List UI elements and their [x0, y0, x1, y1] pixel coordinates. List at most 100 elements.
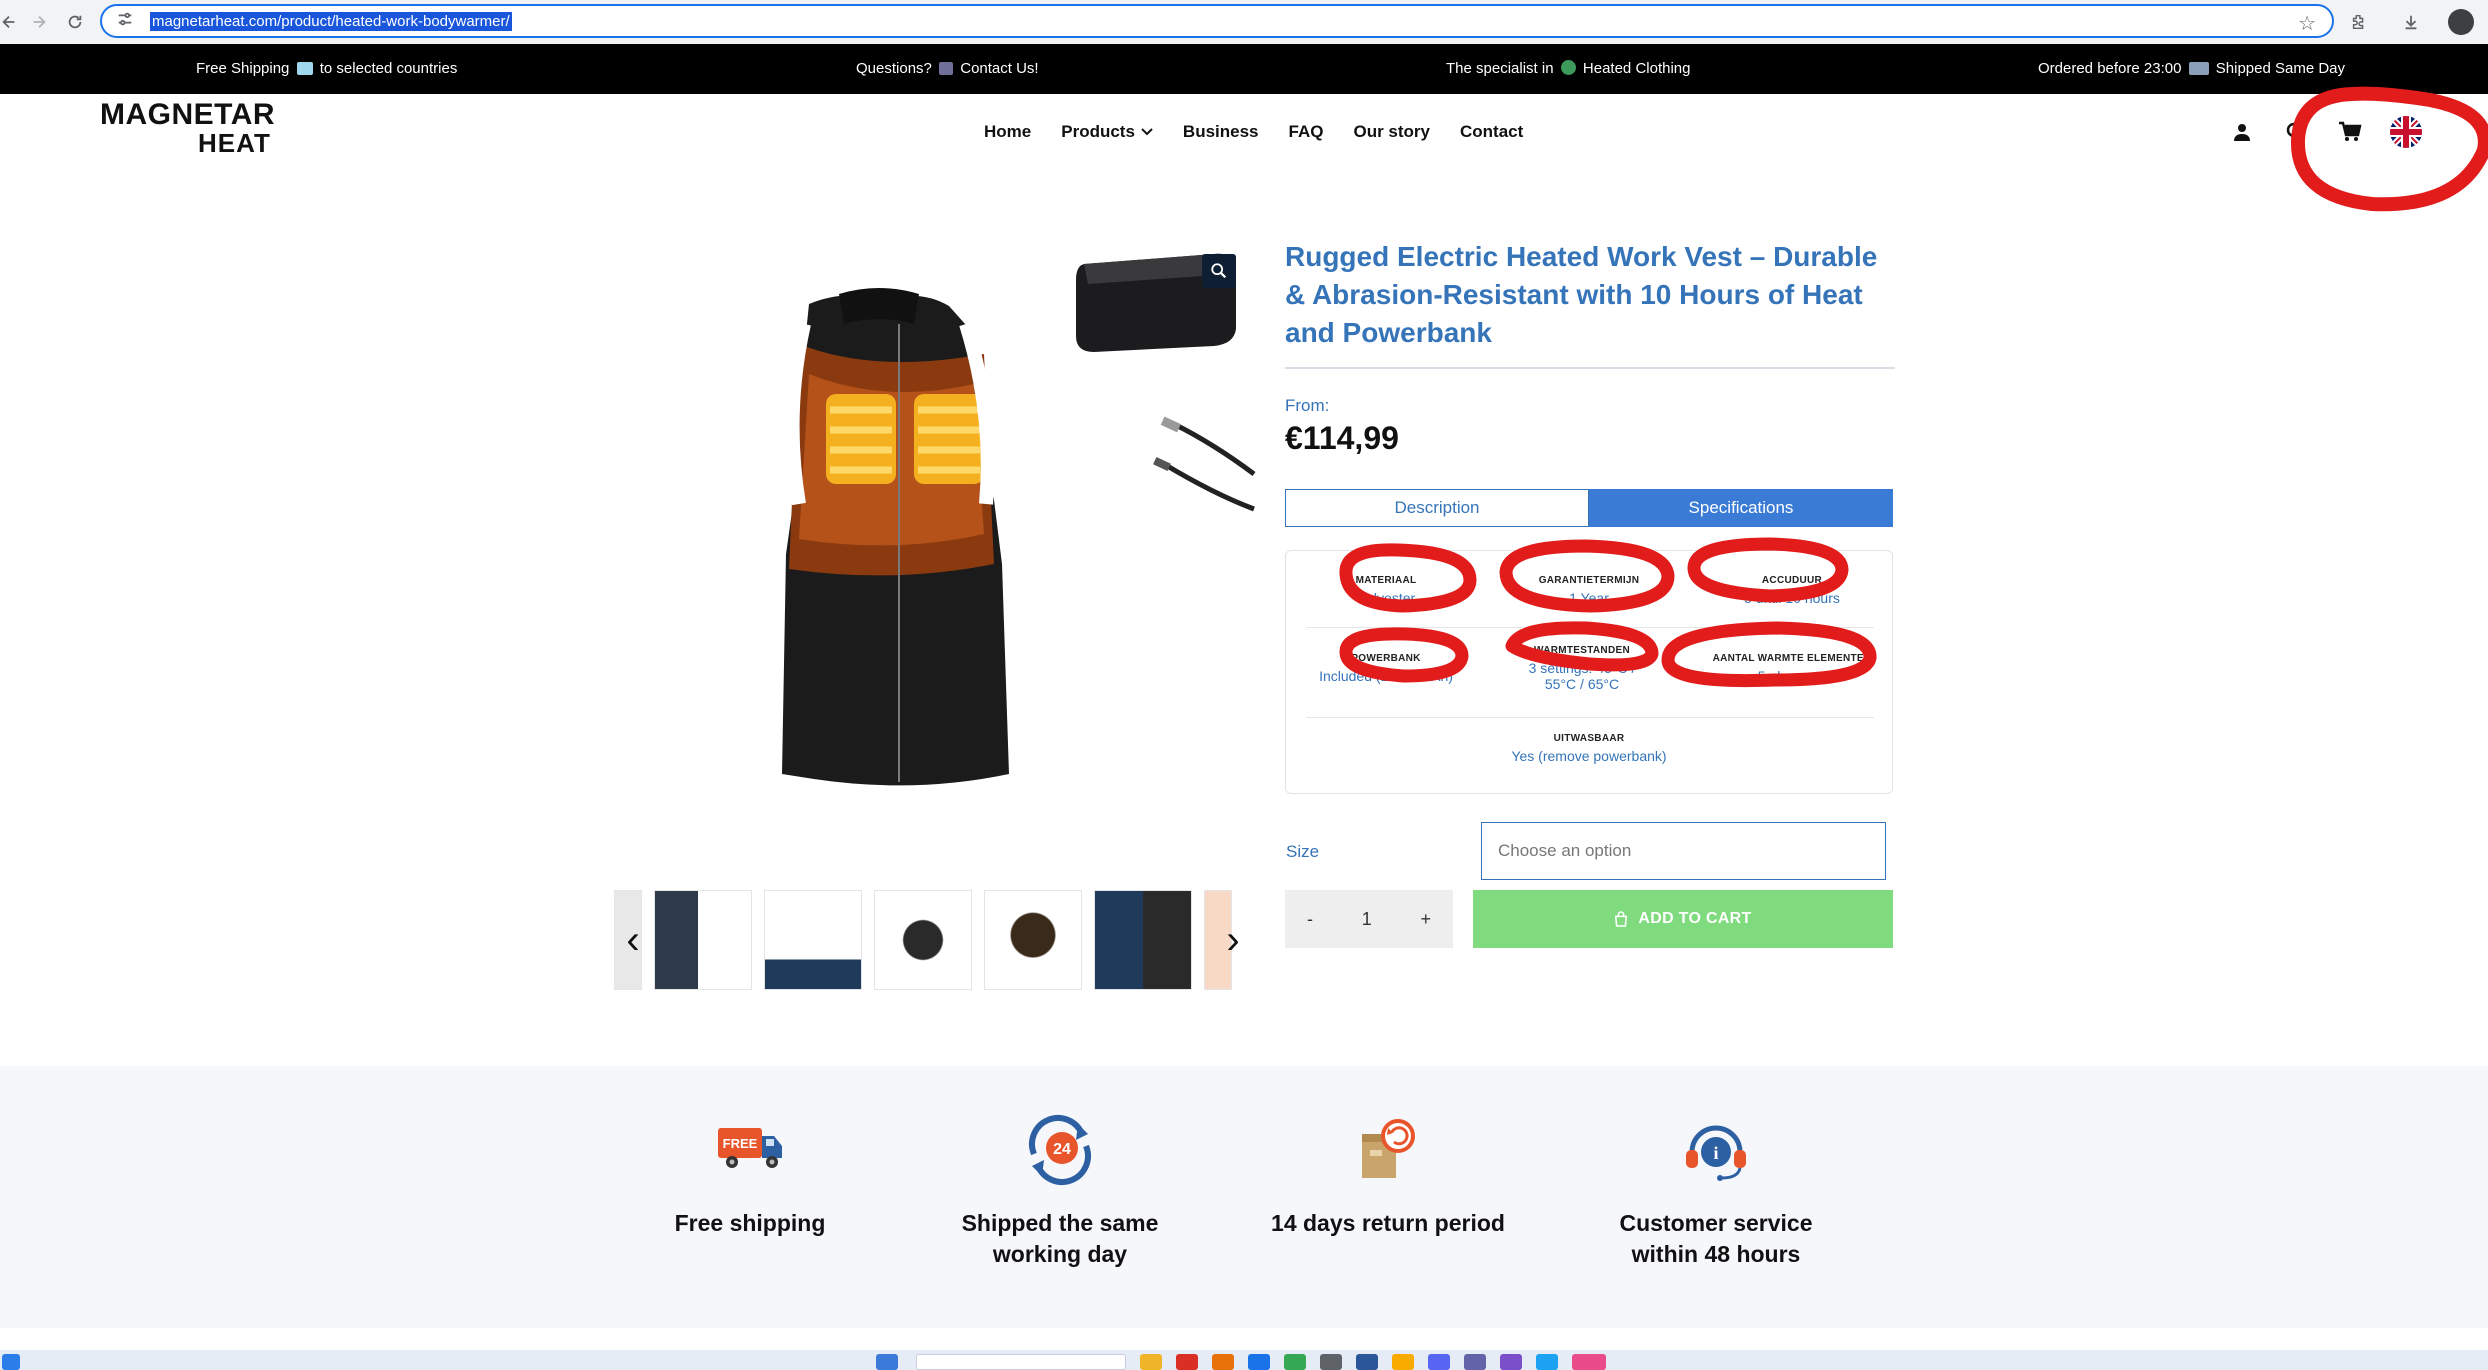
spec-warranty: GARANTIETERMIJN 1 Year [1538, 575, 1640, 606]
taskbar-app-icon[interactable] [876, 1354, 898, 1370]
taskbar-app-icon[interactable] [1428, 1354, 1450, 1370]
thumbnail-5[interactable] [1094, 890, 1192, 990]
taskbar-app-icon[interactable] [1500, 1354, 1522, 1370]
specifications-panel: MATERIAAL Polyester GARANTIETERMIJN 1 Ye… [1285, 550, 1893, 794]
nav-products[interactable]: Products [1061, 122, 1153, 142]
svg-text:24: 24 [1053, 1141, 1071, 1158]
nav-faq[interactable]: FAQ [1289, 122, 1324, 142]
browser-toolbar: magnetarheat.com/product/heated-work-bod… [0, 0, 2488, 44]
forward-icon[interactable] [24, 7, 54, 37]
customer-service-headset-icon: i [1676, 1110, 1756, 1190]
free-badge-icon [296, 62, 313, 75]
announcement-bar: Free Shipping to selected countries Ques… [0, 44, 2488, 94]
taskbar-app-icon[interactable] [1572, 1354, 1606, 1370]
shopping-bag-icon [1615, 911, 1628, 927]
announcement-contact[interactable]: Questions? Contact Us! [856, 60, 1039, 77]
feature-shipped-same-day: 24 Shipped the same working day [940, 1110, 1180, 1270]
free-shipping-truck-icon: FREE [710, 1110, 790, 1190]
annotation-circle-language [2290, 86, 2488, 212]
svg-text:FREE: FREE [723, 1136, 758, 1151]
thumbnail-2[interactable] [764, 890, 862, 990]
download-icon[interactable] [2396, 7, 2426, 37]
spec-divider [1306, 717, 1874, 718]
main-navigation: Home Products Business FAQ Our story Con… [984, 122, 1523, 142]
url-text[interactable]: magnetarheat.com/product/heated-work-bod… [150, 11, 512, 31]
spec-divider [1306, 627, 1874, 628]
cart-icon[interactable] [2336, 118, 2364, 146]
taskbar-word-icon[interactable] [1356, 1354, 1378, 1370]
tab-description[interactable]: Description [1285, 489, 1589, 527]
header-icons [2228, 116, 2422, 148]
account-icon[interactable] [2228, 118, 2256, 146]
announcement-specialist: The specialist in Heated Clothing [1446, 60, 1691, 77]
delivery-truck-icon [2188, 62, 2209, 75]
extensions-icon[interactable] [2344, 7, 2374, 37]
quantity-increase-button[interactable]: + [1420, 909, 1431, 930]
address-bar[interactable]: magnetarheat.com/product/heated-work-bod… [100, 4, 2334, 38]
price-from-label: From: [1285, 396, 1330, 415]
feature-free-shipping: FREE Free shipping [630, 1110, 870, 1239]
bookmark-star-icon[interactable]: ☆ [2298, 11, 2316, 36]
spec-heating-elements: AANTAL WARMTE ELEMENTEN 5 elements [1712, 653, 1872, 684]
taskbar-app-icon[interactable] [1320, 1354, 1342, 1370]
feature-return-period: 14 days return period [1268, 1110, 1508, 1239]
nav-business[interactable]: Business [1183, 122, 1259, 142]
announcement-shipped-same-day: Ordered before 23:00 Shipped Same Day [2038, 60, 2346, 77]
product-title: Rugged Electric Heated Work Vest – Durab… [1285, 241, 1878, 348]
taskbar-app-icon[interactable] [1536, 1354, 1558, 1370]
usb-cable-image [1153, 416, 1256, 512]
thumbnail-3[interactable] [874, 890, 972, 990]
product-price: €114,99 [1285, 420, 1399, 456]
add-to-cart-button[interactable]: ADD TO CART [1473, 890, 1893, 948]
thumbnail-next-arrow-icon[interactable]: › [1218, 918, 1248, 962]
taskbar-app-icon[interactable] [1392, 1354, 1414, 1370]
product-tabs: Description Specifications [1285, 489, 1893, 527]
thumbnail-4[interactable] [984, 890, 1082, 990]
tab-specifications[interactable]: Specifications [1589, 489, 1893, 527]
thumbnail-strip [614, 890, 1256, 990]
product-main-image[interactable] [614, 234, 1256, 854]
title-divider [1285, 367, 1895, 369]
spec-battery-life: ACCUDUUR 5 until 10 hours [1744, 575, 1840, 606]
usp-features-section [0, 1066, 2488, 1328]
quantity-stepper: - 1 + [1285, 890, 1453, 948]
taskbar-app-icon[interactable] [1212, 1354, 1234, 1370]
quantity-decrease-button[interactable]: - [1307, 909, 1313, 930]
profile-avatar[interactable] [2448, 9, 2474, 35]
return-box-icon [1348, 1110, 1428, 1190]
language-flag-uk-icon[interactable] [2390, 116, 2422, 148]
search-icon[interactable] [2282, 118, 2310, 146]
taskbar-chrome-icon[interactable] [1284, 1354, 1306, 1370]
spec-powerbank: POWERBANK Included (13000mAh) [1319, 653, 1453, 684]
back-icon[interactable] [0, 7, 24, 37]
spec-material: MATERIAAL Polyester [1355, 575, 1417, 606]
size-select[interactable]: Choose an option [1481, 822, 1886, 880]
thumbnail-prev-arrow-icon[interactable]: ‹ [618, 918, 648, 962]
site-logo[interactable]: MAGNETAR HEAT [100, 100, 275, 157]
os-taskbar [0, 1350, 2488, 1370]
quantity-input[interactable]: 1 [1362, 909, 1372, 930]
zoom-magnifier-icon[interactable] [1202, 254, 1236, 288]
start-menu-icon[interactable] [2, 1354, 20, 1370]
announcement-free-shipping: Free Shipping to selected countries [196, 60, 458, 77]
support-person-icon [939, 62, 954, 75]
taskbar-folder-icon[interactable] [1140, 1354, 1162, 1370]
globe-icon [1560, 60, 1576, 75]
thumbnail-1[interactable] [654, 890, 752, 990]
reload-icon[interactable] [60, 7, 90, 37]
site-info-icon[interactable] [116, 10, 138, 33]
chevron-down-icon [1141, 128, 1153, 136]
taskbar-search-box[interactable] [916, 1354, 1126, 1370]
nav-home[interactable]: Home [984, 122, 1031, 142]
taskbar-app-icon[interactable] [1248, 1354, 1270, 1370]
feature-customer-service: i Customer service within 48 hours [1596, 1110, 1836, 1270]
taskbar-mail-icon[interactable] [1176, 1354, 1198, 1370]
spec-heat-settings: WARMTESTANDEN 3 settings: 45°C / 55°C / … [1528, 645, 1636, 692]
nav-our-story[interactable]: Our story [1353, 122, 1430, 142]
heated-vest-image [782, 288, 1009, 786]
taskbar-teams-icon[interactable] [1464, 1354, 1486, 1370]
24h-shipping-icon: 24 [1020, 1110, 1100, 1190]
spec-washable: UITWASBAAR Yes (remove powerbank) [1511, 733, 1667, 764]
nav-contact[interactable]: Contact [1460, 122, 1523, 142]
svg-text:i: i [1713, 1143, 1718, 1163]
